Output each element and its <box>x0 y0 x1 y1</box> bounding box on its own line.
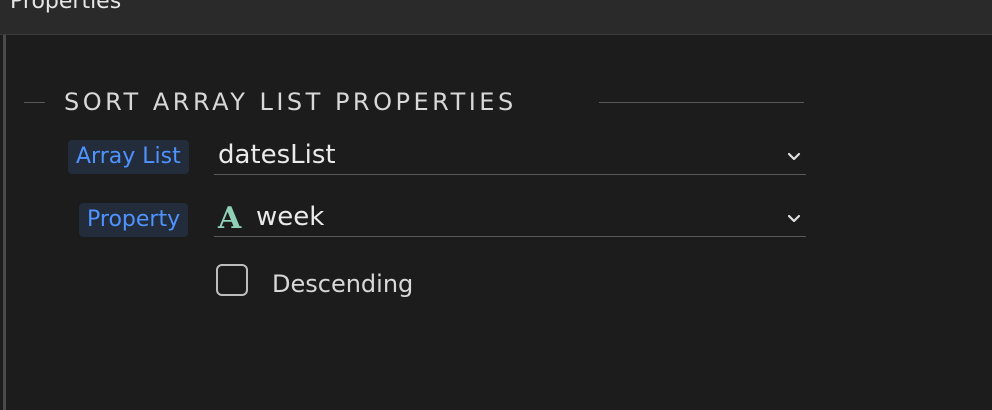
property-label: Property <box>79 203 189 237</box>
array-list-label: Array List <box>68 140 189 174</box>
array-list-value: datesList <box>218 140 336 170</box>
section-title: SORT ARRAY LIST PROPERTIES <box>64 88 517 116</box>
descending-checkbox[interactable] <box>216 264 248 296</box>
chevron-down-icon <box>787 152 801 161</box>
property-value: week <box>256 202 325 232</box>
section-rule-left <box>24 102 45 103</box>
property-dropdown[interactable]: A week <box>214 201 806 237</box>
string-type-icon: A <box>218 201 242 236</box>
panel-left-divider <box>3 35 6 410</box>
section-rule-right <box>599 102 804 103</box>
chevron-down-icon <box>787 214 801 223</box>
section-header: SORT ARRAY LIST PROPERTIES <box>24 86 806 118</box>
panel-titlebar: Properties <box>0 0 992 35</box>
panel-title: Properties <box>10 0 122 14</box>
descending-label[interactable]: Descending <box>272 266 413 302</box>
array-list-dropdown[interactable]: datesList <box>214 139 806 175</box>
